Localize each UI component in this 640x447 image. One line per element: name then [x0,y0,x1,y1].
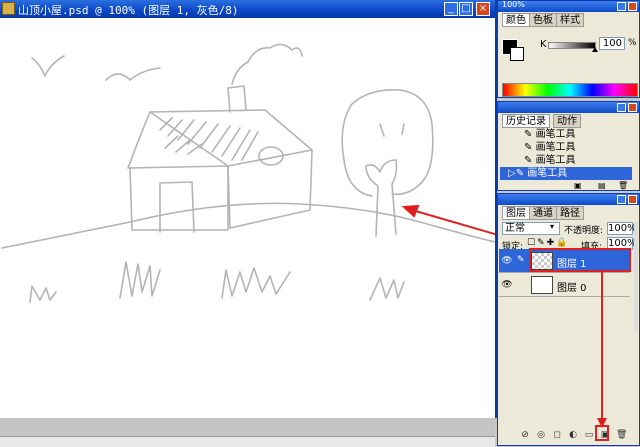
annotation-box-layer [529,248,631,272]
annotation-box-new-layer [595,425,609,441]
annotation-overlay [529,248,631,441]
